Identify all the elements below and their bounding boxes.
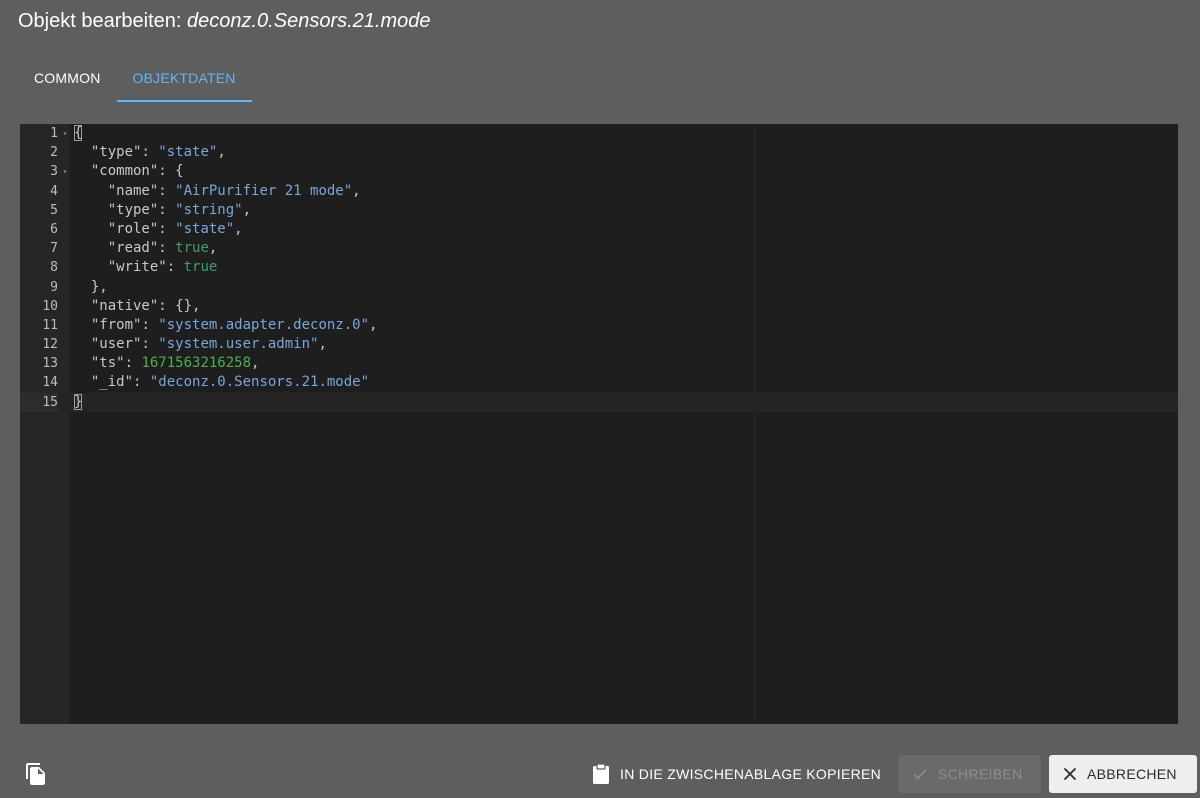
line-number: 2: [50, 145, 58, 161]
line-number: 5: [50, 202, 58, 218]
json-key: "name": [107, 182, 159, 199]
cancel-button[interactable]: ABBRECHEN: [1049, 755, 1197, 793]
line-number: 10: [42, 298, 58, 314]
json-key: "common": [90, 163, 159, 180]
line-number: 11: [42, 317, 58, 333]
line-number: 9: [50, 279, 58, 295]
line-number: 13: [42, 356, 58, 372]
json-key: "from": [90, 316, 142, 333]
line-number: 3: [50, 164, 58, 180]
json-key: "role": [107, 220, 159, 237]
fold-arrow-icon[interactable]: ▾: [60, 124, 70, 143]
dialog-title: Objekt bearbeiten: deconz.0.Sensors.21.m…: [18, 8, 431, 34]
code-line: 4 "name": "AirPurifier 21 mode",: [20, 182, 1178, 201]
copy-to-clipboard-button[interactable]: IN DIE ZWISCHENABLAGE KOPIEREN: [584, 755, 888, 793]
line-number: 12: [42, 337, 58, 353]
json-key: "user": [90, 336, 142, 353]
json-boolean: true: [175, 240, 209, 257]
json-key: "ts": [90, 355, 125, 372]
json-string: "AirPurifier 21 mode": [175, 182, 353, 199]
dialog-title-prefix: Objekt bearbeiten:: [18, 10, 182, 32]
line-number: 6: [50, 221, 58, 237]
close-icon: [1063, 767, 1077, 781]
file-copy-icon[interactable]: [24, 762, 48, 786]
tab-objektdaten[interactable]: OBJEKTDATEN: [116, 56, 252, 102]
code-line: 7 "read": true,: [20, 239, 1178, 258]
code-line: 14 "_id": "deconz.0.Sensors.21.mode": [20, 373, 1178, 392]
json-code-editor[interactable]: 1 ▾ { 2 "type": "state", 3 ▾ "common": {…: [20, 124, 1178, 724]
json-string: "state": [158, 144, 218, 161]
json-key: "type": [90, 144, 142, 161]
code-line: 12 "user": "system.user.admin",: [20, 335, 1178, 354]
code-line: 5 "type": "string",: [20, 201, 1178, 220]
json-string: "state": [175, 220, 235, 237]
write-button[interactable]: SCHREIBEN: [898, 755, 1041, 793]
fold-arrow-icon[interactable]: ▾: [60, 162, 70, 181]
json-key: "write": [107, 259, 167, 276]
line-number: 15: [20, 392, 58, 412]
json-object: {}: [175, 297, 193, 314]
dialog-object-id: deconz.0.Sensors.21.mode: [187, 10, 431, 32]
json-string: "system.user.admin": [158, 336, 319, 353]
line-number: 14: [42, 375, 58, 391]
json-number: 1671563216258: [141, 355, 252, 372]
code-line: 11 "from": "system.adapter.deconz.0",: [20, 316, 1178, 335]
line-number: 8: [50, 260, 58, 276]
edit-object-dialog: Objekt bearbeiten: deconz.0.Sensors.21.m…: [0, 0, 1200, 798]
line-number: 1: [50, 126, 58, 141]
tab-bar: COMMON OBJEKTDATEN: [18, 56, 252, 102]
cancel-button-label: ABBRECHEN: [1087, 766, 1177, 782]
json-key: "native": [90, 297, 159, 314]
code-line: 9 },: [20, 278, 1178, 297]
code-line: 6 "role": "state",: [20, 220, 1178, 239]
write-button-label: SCHREIBEN: [938, 766, 1023, 782]
json-key: "read": [107, 240, 159, 257]
code-line: 2 "type": "state",: [20, 143, 1178, 162]
code-line-active: 15 }: [20, 392, 1178, 412]
copy-button-label: IN DIE ZWISCHENABLAGE KOPIEREN: [620, 766, 882, 782]
json-boolean: true: [183, 259, 218, 276]
clipboard-icon: [592, 763, 610, 785]
json-key: "_id": [90, 374, 134, 391]
tab-common[interactable]: COMMON: [18, 56, 117, 100]
code-lines: 1 ▾ { 2 "type": "state", 3 ▾ "common": {…: [20, 124, 1178, 412]
line-number: 4: [50, 183, 58, 199]
code-line: 1 ▾ {: [20, 124, 1178, 143]
code-line: 8 "write": true: [20, 258, 1178, 277]
json-key: "type": [107, 201, 159, 218]
code-line: 3 ▾ "common": {: [20, 162, 1178, 181]
json-string: "system.adapter.deconz.0": [158, 316, 370, 333]
code-line: 13 "ts": 1671563216258,: [20, 354, 1178, 373]
json-string: "deconz.0.Sensors.21.mode": [149, 374, 370, 391]
check-icon: [912, 766, 928, 782]
code-line: 10 "native": {},: [20, 297, 1178, 316]
json-string: "string": [175, 201, 243, 218]
line-number: 7: [50, 241, 58, 257]
